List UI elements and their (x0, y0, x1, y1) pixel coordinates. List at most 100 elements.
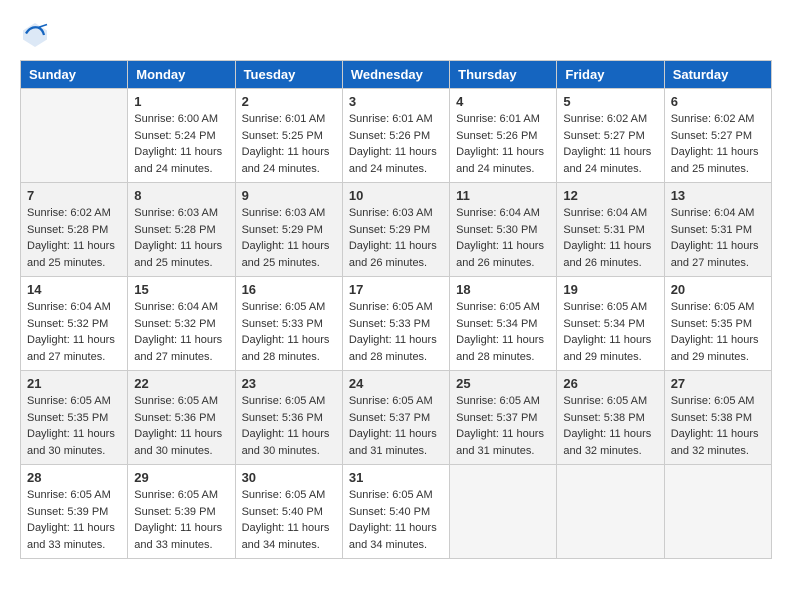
day-info: Sunrise: 6:05 AM Sunset: 5:39 PM Dayligh… (134, 487, 228, 553)
day-header-saturday: Saturday (664, 61, 771, 89)
week-row-5: 28 Sunrise: 6:05 AM Sunset: 5:39 PM Dayli… (21, 465, 772, 559)
day-info: Sunrise: 6:05 AM Sunset: 5:39 PM Dayligh… (27, 487, 121, 553)
day-number: 26 (563, 376, 657, 391)
day-number: 13 (671, 188, 765, 203)
day-number: 9 (242, 188, 336, 203)
day-number: 14 (27, 282, 121, 297)
calendar-cell: 9 Sunrise: 6:03 AM Sunset: 5:29 PM Daylig… (235, 183, 342, 277)
day-number: 23 (242, 376, 336, 391)
day-info: Sunrise: 6:05 AM Sunset: 5:36 PM Dayligh… (134, 393, 228, 459)
calendar-cell: 27 Sunrise: 6:05 AM Sunset: 5:38 PM Dayli… (664, 371, 771, 465)
day-number: 2 (242, 94, 336, 109)
calendar-cell: 21 Sunrise: 6:05 AM Sunset: 5:35 PM Dayli… (21, 371, 128, 465)
calendar-cell: 25 Sunrise: 6:05 AM Sunset: 5:37 PM Dayli… (450, 371, 557, 465)
day-header-monday: Monday (128, 61, 235, 89)
day-number: 15 (134, 282, 228, 297)
logo-icon (20, 20, 50, 50)
day-info: Sunrise: 6:01 AM Sunset: 5:26 PM Dayligh… (456, 111, 550, 177)
day-info: Sunrise: 6:05 AM Sunset: 5:38 PM Dayligh… (671, 393, 765, 459)
calendar-cell (664, 465, 771, 559)
day-number: 30 (242, 470, 336, 485)
day-info: Sunrise: 6:05 AM Sunset: 5:35 PM Dayligh… (671, 299, 765, 365)
page-header (20, 20, 772, 50)
day-number: 10 (349, 188, 443, 203)
day-header-friday: Friday (557, 61, 664, 89)
calendar-cell: 16 Sunrise: 6:05 AM Sunset: 5:33 PM Dayli… (235, 277, 342, 371)
day-info: Sunrise: 6:05 AM Sunset: 5:40 PM Dayligh… (349, 487, 443, 553)
day-number: 11 (456, 188, 550, 203)
calendar-cell: 19 Sunrise: 6:05 AM Sunset: 5:34 PM Dayli… (557, 277, 664, 371)
calendar-cell: 2Sunrise: 6:01 AM Sunset: 5:25 PM Daylig… (235, 89, 342, 183)
day-info: Sunrise: 6:05 AM Sunset: 5:40 PM Dayligh… (242, 487, 336, 553)
day-number: 12 (563, 188, 657, 203)
week-row-1: 1 Sunrise: 6:00 AM Sunset: 5:24 PM Daylig… (21, 89, 772, 183)
day-number: 19 (563, 282, 657, 297)
calendar-cell: 3Sunrise: 6:01 AM Sunset: 5:26 PM Daylig… (342, 89, 449, 183)
calendar-cell: 14 Sunrise: 6:04 AM Sunset: 5:32 PM Dayli… (21, 277, 128, 371)
calendar-cell: 1 Sunrise: 6:00 AM Sunset: 5:24 PM Daylig… (128, 89, 235, 183)
logo (20, 20, 54, 50)
day-number: 6 (671, 94, 765, 109)
calendar-cell: 18Sunrise: 6:05 AM Sunset: 5:34 PM Dayli… (450, 277, 557, 371)
day-header-wednesday: Wednesday (342, 61, 449, 89)
day-info: Sunrise: 6:04 AM Sunset: 5:32 PM Dayligh… (27, 299, 121, 365)
day-info: Sunrise: 6:02 AM Sunset: 5:27 PM Dayligh… (671, 111, 765, 177)
day-info: Sunrise: 6:05 AM Sunset: 5:37 PM Dayligh… (349, 393, 443, 459)
day-number: 5 (563, 94, 657, 109)
calendar-cell: 7 Sunrise: 6:02 AM Sunset: 5:28 PM Daylig… (21, 183, 128, 277)
day-number: 17 (349, 282, 443, 297)
day-info: Sunrise: 6:05 AM Sunset: 5:34 PM Dayligh… (563, 299, 657, 365)
day-info: Sunrise: 6:05 AM Sunset: 5:35 PM Dayligh… (27, 393, 121, 459)
week-row-2: 7 Sunrise: 6:02 AM Sunset: 5:28 PM Daylig… (21, 183, 772, 277)
calendar-cell (557, 465, 664, 559)
day-number: 4 (456, 94, 550, 109)
calendar-cell: 20 Sunrise: 6:05 AM Sunset: 5:35 PM Dayli… (664, 277, 771, 371)
week-row-4: 21 Sunrise: 6:05 AM Sunset: 5:35 PM Dayli… (21, 371, 772, 465)
day-number: 28 (27, 470, 121, 485)
calendar-cell: 13 Sunrise: 6:04 AM Sunset: 5:31 PM Dayli… (664, 183, 771, 277)
calendar-cell: 31 Sunrise: 6:05 AM Sunset: 5:40 PM Dayli… (342, 465, 449, 559)
day-info: Sunrise: 6:04 AM Sunset: 5:31 PM Dayligh… (671, 205, 765, 271)
calendar-cell: 15 Sunrise: 6:04 AM Sunset: 5:32 PM Dayli… (128, 277, 235, 371)
day-number: 22 (134, 376, 228, 391)
day-info: Sunrise: 6:04 AM Sunset: 5:32 PM Dayligh… (134, 299, 228, 365)
header-row: SundayMondayTuesdayWednesdayThursdayFrid… (21, 61, 772, 89)
calendar-cell: 28 Sunrise: 6:05 AM Sunset: 5:39 PM Dayli… (21, 465, 128, 559)
day-info: Sunrise: 6:01 AM Sunset: 5:26 PM Dayligh… (349, 111, 443, 177)
day-number: 16 (242, 282, 336, 297)
day-info: Sunrise: 6:03 AM Sunset: 5:29 PM Dayligh… (349, 205, 443, 271)
day-header-thursday: Thursday (450, 61, 557, 89)
day-number: 25 (456, 376, 550, 391)
day-number: 29 (134, 470, 228, 485)
calendar-cell (450, 465, 557, 559)
day-info: Sunrise: 6:02 AM Sunset: 5:28 PM Dayligh… (27, 205, 121, 271)
day-info: Sunrise: 6:05 AM Sunset: 5:33 PM Dayligh… (349, 299, 443, 365)
calendar-cell: 17 Sunrise: 6:05 AM Sunset: 5:33 PM Dayli… (342, 277, 449, 371)
calendar-cell: 10 Sunrise: 6:03 AM Sunset: 5:29 PM Dayli… (342, 183, 449, 277)
week-row-3: 14 Sunrise: 6:04 AM Sunset: 5:32 PM Dayli… (21, 277, 772, 371)
calendar-cell: 24 Sunrise: 6:05 AM Sunset: 5:37 PM Dayli… (342, 371, 449, 465)
calendar-cell: 11 Sunrise: 6:04 AM Sunset: 5:30 PM Dayli… (450, 183, 557, 277)
day-number: 8 (134, 188, 228, 203)
day-info: Sunrise: 6:03 AM Sunset: 5:28 PM Dayligh… (134, 205, 228, 271)
calendar-cell: 29 Sunrise: 6:05 AM Sunset: 5:39 PM Dayli… (128, 465, 235, 559)
day-info: Sunrise: 6:05 AM Sunset: 5:33 PM Dayligh… (242, 299, 336, 365)
day-info: Sunrise: 6:05 AM Sunset: 5:36 PM Dayligh… (242, 393, 336, 459)
day-header-tuesday: Tuesday (235, 61, 342, 89)
day-number: 24 (349, 376, 443, 391)
day-number: 31 (349, 470, 443, 485)
calendar-cell (21, 89, 128, 183)
day-info: Sunrise: 6:04 AM Sunset: 5:30 PM Dayligh… (456, 205, 550, 271)
day-info: Sunrise: 6:00 AM Sunset: 5:24 PM Dayligh… (134, 111, 228, 177)
day-number: 20 (671, 282, 765, 297)
day-info: Sunrise: 6:05 AM Sunset: 5:37 PM Dayligh… (456, 393, 550, 459)
calendar-table: SundayMondayTuesdayWednesdayThursdayFrid… (20, 60, 772, 559)
day-info: Sunrise: 6:03 AM Sunset: 5:29 PM Dayligh… (242, 205, 336, 271)
day-number: 21 (27, 376, 121, 391)
calendar-cell: 22 Sunrise: 6:05 AM Sunset: 5:36 PM Dayli… (128, 371, 235, 465)
day-number: 7 (27, 188, 121, 203)
calendar-cell: 30 Sunrise: 6:05 AM Sunset: 5:40 PM Dayli… (235, 465, 342, 559)
day-info: Sunrise: 6:04 AM Sunset: 5:31 PM Dayligh… (563, 205, 657, 271)
day-number: 27 (671, 376, 765, 391)
day-number: 1 (134, 94, 228, 109)
